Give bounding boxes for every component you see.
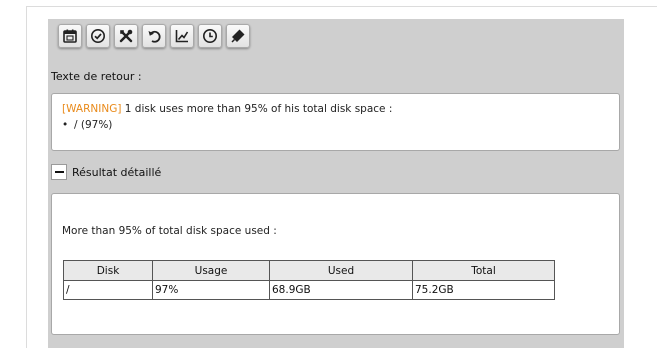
return-text-box: [WARNING] 1 disk uses more than 95% of h… <box>51 93 620 151</box>
acknowledge-button[interactable] <box>86 24 110 48</box>
table-row: / 97% 68.9GB 75.2GB <box>63 280 555 300</box>
header-total: Total <box>412 260 555 281</box>
warning-message: [WARNING] 1 disk uses more than 95% of h… <box>62 103 392 115</box>
return-text-label: Texte de retour : <box>51 70 142 83</box>
cell-used: 68.9GB <box>269 280 413 300</box>
tools-icon <box>119 29 133 43</box>
disk-table: Disk Usage Used Total / 97% 68.9GB 75.2G… <box>63 260 555 300</box>
detail-label: Résultat détaillé <box>72 165 162 179</box>
tools-button[interactable] <box>114 24 138 48</box>
cell-total: 75.2GB <box>412 280 555 300</box>
header-used: Used <box>269 260 413 281</box>
list-item-text: / (97%) <box>74 119 113 131</box>
toolbar <box>58 24 250 48</box>
table-header-row: Disk Usage Used Total <box>63 260 555 281</box>
check-circle-icon <box>91 29 105 43</box>
refresh-button[interactable] <box>142 24 166 48</box>
cell-disk: / <box>63 280 153 300</box>
detail-box: More than 95% of total disk space used :… <box>51 193 620 335</box>
cell-usage: 97% <box>152 280 270 300</box>
service-detail-panel: Texte de retour : [WARNING] 1 disk uses … <box>48 19 624 348</box>
header-usage: Usage <box>152 260 270 281</box>
header-disk: Disk <box>63 260 153 281</box>
warning-text: 1 disk uses more than 95% of his total d… <box>121 103 393 115</box>
detail-toggle-row[interactable]: Résultat détaillé <box>51 164 161 180</box>
detail-title: More than 95% of total disk space used : <box>62 225 277 237</box>
minus-icon <box>54 170 64 174</box>
pin-button[interactable] <box>226 24 250 48</box>
list-item: • / (97%) <box>62 119 112 131</box>
collapse-button[interactable] <box>51 164 67 180</box>
undo-icon <box>148 30 161 43</box>
calendar-icon <box>63 29 77 43</box>
history-button[interactable] <box>198 24 222 48</box>
graph-button[interactable] <box>170 24 194 48</box>
calendar-button[interactable] <box>58 24 82 48</box>
bullet-icon: • <box>62 119 69 131</box>
status-badge: [WARNING] <box>62 103 122 115</box>
pin-icon <box>231 29 245 43</box>
clock-icon <box>203 29 217 43</box>
chart-icon <box>175 30 189 43</box>
